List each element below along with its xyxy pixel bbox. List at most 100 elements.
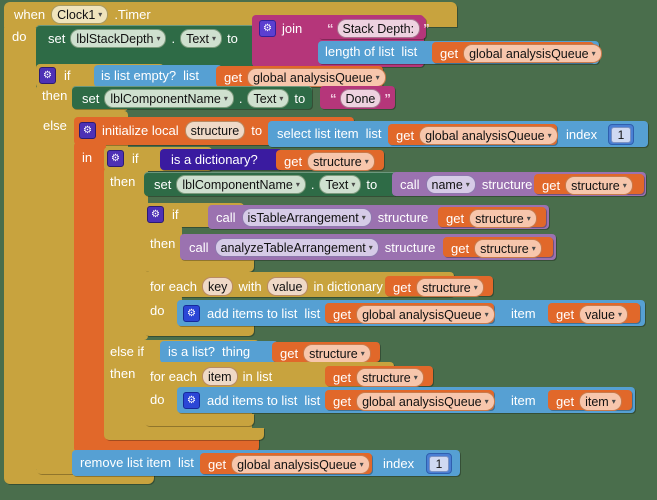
variable-dropdown-structure[interactable]: structure ▾ [416, 278, 484, 297]
math-number-value: 1 [429, 455, 449, 472]
get-label: get [396, 128, 415, 143]
chevron-down-icon: ▾ [364, 156, 369, 166]
variable-dropdown-structure[interactable]: structure ▾ [356, 368, 424, 387]
for-each-item-header: for each item in list [150, 367, 272, 386]
text-value-done[interactable]: Done [339, 89, 382, 108]
do-label: do [12, 29, 27, 44]
add-items-list-arg: list [304, 393, 321, 408]
call-arg-label: structure [481, 177, 533, 192]
select-list-item-row: select list item list [277, 126, 382, 141]
variable-dropdown-structure[interactable]: structure ▾ [307, 152, 375, 171]
add-items-list-arg: list [304, 306, 321, 321]
get-label: get [284, 154, 303, 169]
text-value-stack-depth[interactable]: Stack Depth: [336, 19, 421, 38]
is-a-list-label: is a list? [168, 344, 215, 359]
close-quote-icon: ” [423, 21, 430, 36]
join-header: ⚙ join [259, 20, 302, 37]
chevron-down-icon: ▾ [359, 459, 364, 469]
event-name-label: .Timer [114, 7, 151, 22]
open-quote-icon: “ [327, 21, 334, 36]
loop-var-field-item[interactable]: item [201, 367, 238, 386]
do-label-item: do [150, 392, 165, 407]
blocks-workspace[interactable]: when Clock1 ▾ .Timer do set lblStackDept… [0, 0, 657, 500]
get-block-queue-5-row: get global analysisQueue ▾ [333, 392, 495, 411]
setter-row-call-name: set lblComponentName ▾ . Text ▾ to [154, 175, 377, 194]
property-dropdown-text[interactable]: Text ▾ [180, 29, 223, 48]
gear-icon[interactable]: ⚙ [79, 122, 96, 139]
component-dropdown-lblcomponentname[interactable]: lblComponentName ▾ [104, 89, 234, 108]
set-label: set [48, 31, 66, 46]
procedure-dropdown-name[interactable]: name ▾ [425, 175, 476, 194]
chevron-down-icon: ▾ [351, 179, 356, 189]
variable-dropdown-global-analysisqueue[interactable]: global analysisQueue ▾ [419, 126, 558, 145]
variable-dropdown-global-analysisqueue[interactable]: global analysisQueue ▾ [356, 305, 495, 324]
variable-dropdown-global-analysisqueue[interactable]: global analysisQueue ▾ [463, 44, 602, 63]
chevron-down-icon: ▾ [617, 309, 622, 319]
get-block-item-row: get item ▾ [556, 392, 622, 411]
is-a-dictionary-label: is a dictionary? [171, 152, 258, 167]
get-label: get [542, 178, 561, 193]
chevron-down-icon: ▾ [473, 282, 478, 292]
gear-icon[interactable]: ⚙ [147, 206, 164, 223]
length-of-list-arg-label: list [401, 44, 418, 59]
loop-var-field-value[interactable]: value [266, 277, 309, 296]
property-dropdown-text[interactable]: Text ▾ [319, 175, 362, 194]
get-label: get [280, 346, 299, 361]
loop-var-field-key[interactable]: key [201, 277, 234, 296]
component-dropdown-lblcomponentname[interactable]: lblComponentName ▾ [176, 175, 306, 194]
setter-row-done: set lblComponentName ▾ . Text ▾ to [82, 89, 305, 108]
variable-dropdown-structure[interactable]: structure ▾ [565, 176, 633, 195]
get-block-structure-5-row: get structure ▾ [393, 278, 484, 297]
initialize-local-label: initialize local [102, 123, 179, 138]
procedure-dropdown-istablearrangement[interactable]: isTableArrangement ▾ [241, 208, 372, 227]
gear-icon[interactable]: ⚙ [39, 67, 56, 84]
in-list-label: in list [242, 369, 273, 384]
component-dropdown-clock1[interactable]: Clock1 ▾ [51, 5, 109, 24]
chevron-down-icon: ▾ [611, 396, 616, 406]
get-block-queue-1-row: get global analysisQueue ▾ [440, 44, 602, 63]
setter-row-lblstackdepth: set lblStackDepth ▾ . Text ▾ to [48, 29, 238, 48]
chevron-down-icon: ▾ [526, 213, 531, 223]
variable-dropdown-item[interactable]: item ▾ [579, 392, 622, 411]
is-a-list-arg-label: thing [221, 344, 251, 359]
text-block-done-row: “ Done ” [327, 89, 394, 108]
select-list-item-index-arg: index [566, 127, 598, 142]
dot-separator: . [310, 177, 315, 192]
variable-dropdown-structure[interactable]: structure ▾ [474, 239, 542, 258]
init-local-spine [74, 142, 106, 452]
gear-icon[interactable]: ⚙ [183, 305, 200, 322]
then-label-elseif: then [110, 366, 136, 381]
variable-dropdown-structure[interactable]: structure ▾ [469, 209, 537, 228]
math-number-value: 1 [611, 126, 631, 143]
add-items-item-arg: item [511, 306, 536, 321]
gear-icon[interactable]: ⚙ [183, 392, 200, 409]
math-number-block-remove-index-1[interactable]: 1 [426, 453, 452, 474]
dot-separator: . [238, 91, 243, 106]
get-block-queue-3-row: get global analysisQueue ▾ [396, 126, 558, 145]
gear-icon[interactable]: ⚙ [107, 150, 124, 167]
variable-dropdown-structure[interactable]: structure ▾ [303, 344, 371, 363]
get-block-structure-4-row: get structure ▾ [451, 239, 542, 258]
chevron-down-icon: ▾ [212, 33, 217, 43]
component-dropdown-lblstackdepth[interactable]: lblStackDepth ▾ [70, 29, 167, 48]
math-number-block-index-1[interactable]: 1 [608, 124, 634, 145]
variable-dropdown-value[interactable]: value ▾ [579, 305, 628, 324]
chevron-down-icon: ▾ [156, 33, 161, 43]
chevron-down-icon: ▾ [279, 93, 284, 103]
if-inner-header: ⚙ if [107, 150, 139, 167]
property-dropdown-text[interactable]: Text ▾ [247, 89, 290, 108]
procedure-dropdown-analyzetablearrangement[interactable]: analyzeTableArrangement ▾ [214, 238, 379, 257]
in-label: in [82, 150, 93, 165]
gear-icon[interactable]: ⚙ [259, 20, 276, 37]
local-name-field-structure[interactable]: structure [184, 121, 246, 140]
to-label: to [294, 91, 306, 106]
for-each-dict-header: for each key with value in dictionary [150, 277, 383, 296]
text-block-stack-depth-row: “ Stack Depth: ” [324, 19, 433, 38]
variable-dropdown-global-analysisqueue[interactable]: global analysisQueue ▾ [356, 392, 495, 411]
variable-dropdown-global-analysisqueue[interactable]: global analysisQueue ▾ [231, 455, 370, 474]
select-list-item-label: select list item [277, 126, 359, 141]
chevron-down-icon: ▾ [98, 9, 103, 19]
add-items-2-row: ⚙ add items to list list [183, 392, 320, 409]
variable-dropdown-global-analysisqueue[interactable]: global analysisQueue ▾ [247, 68, 386, 87]
remove-list-item-index-arg: index [383, 456, 415, 471]
